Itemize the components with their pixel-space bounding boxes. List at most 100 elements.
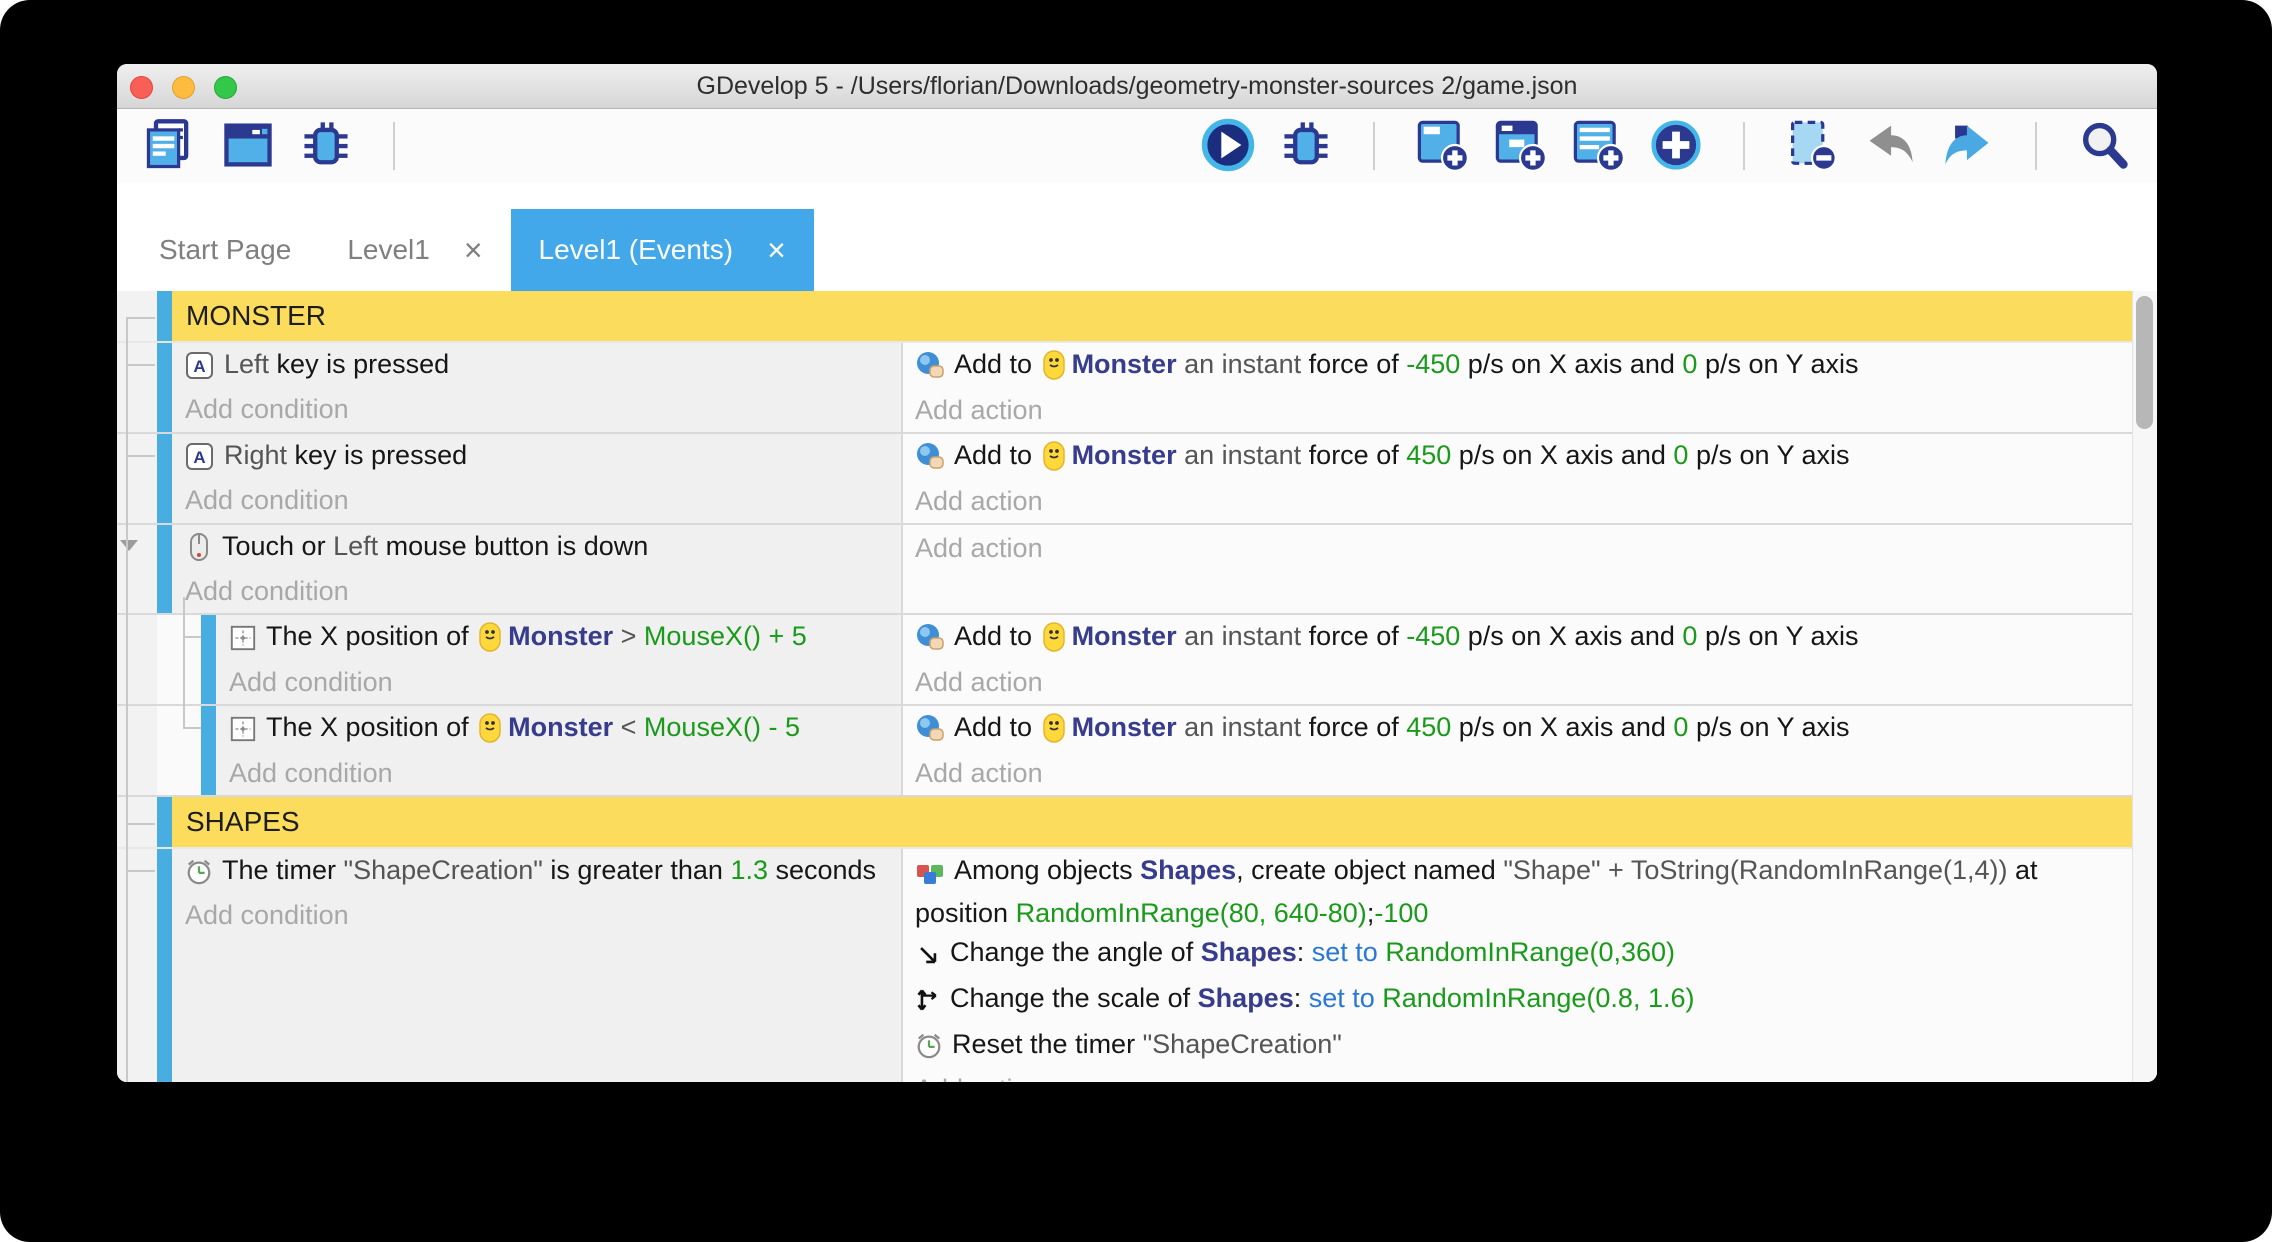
tab-level1-events[interactable]: Level1 (Events) × — [511, 209, 814, 291]
event-gutter — [117, 343, 157, 432]
group-row: SHAPES — [117, 797, 2133, 849]
group-header[interactable]: SHAPES — [172, 797, 2133, 847]
force-icon — [915, 441, 945, 480]
event-color-bar[interactable] — [201, 615, 216, 704]
condition-instruction[interactable]: ALeft key is pressed — [185, 346, 901, 389]
event-row: The timer "ShapeCreation" is greater tha… — [117, 849, 2133, 1082]
sub-event-indent — [157, 706, 201, 795]
preview-play-button[interactable] — [1199, 117, 1257, 175]
main-toolbar — [117, 109, 2157, 183]
scene-editor-icon — [220, 117, 276, 176]
actions-cell[interactable]: Among objects Shapes, create object name… — [903, 849, 2133, 1082]
text-segment: an instant — [1177, 349, 1309, 379]
add-something-button[interactable] — [1647, 117, 1705, 175]
condition-instruction[interactable]: ARight key is pressed — [185, 437, 901, 480]
action-instruction[interactable]: Reset the timer "ShapeCreation" — [915, 1026, 2133, 1069]
conditions-cell[interactable]: The timer "ShapeCreation" is greater tha… — [172, 849, 903, 1082]
undo-button[interactable] — [1861, 117, 1919, 175]
add-action-button[interactable]: Add action — [915, 530, 2133, 566]
conditions-cell[interactable]: ARight key is pressedAdd condition — [172, 434, 903, 523]
scene-editor-button[interactable] — [219, 117, 277, 175]
condition-instruction[interactable]: Touch or Left mouse button is down — [185, 528, 901, 571]
actions-cell[interactable]: Add to Monster an instant force of 450 p… — [903, 706, 2133, 795]
svg-text:A: A — [193, 448, 205, 467]
minimize-window-button[interactable] — [172, 76, 195, 99]
monster-object-icon — [1042, 349, 1066, 390]
conditions-cell[interactable]: Touch or Left mouse button is downAdd co… — [172, 525, 903, 613]
text-segment: 1.3 — [730, 855, 768, 885]
add-condition-button[interactable]: Add condition — [185, 573, 901, 609]
add-subevent-button[interactable] — [1491, 117, 1549, 175]
scrollbar-thumb[interactable] — [2136, 296, 2153, 429]
add-action-button[interactable]: Add action — [915, 1071, 2133, 1082]
debug-button[interactable] — [1277, 117, 1335, 175]
action-instruction[interactable]: Among objects Shapes, create object name… — [915, 852, 2133, 931]
close-icon[interactable]: × — [464, 234, 483, 266]
vertical-scrollbar[interactable] — [2132, 291, 2157, 1082]
group-header[interactable]: MONSTER — [172, 291, 2133, 341]
add-action-button[interactable]: Add action — [915, 664, 2133, 700]
text-segment: "ShapeCreation" — [1143, 1029, 1342, 1059]
actions-cell[interactable]: Add to Monster an instant force of -450 … — [903, 343, 2133, 432]
text-segment: force of — [1309, 621, 1407, 651]
add-condition-button[interactable]: Add condition — [229, 664, 901, 700]
tab-level1[interactable]: Level1 × — [319, 209, 510, 291]
add-condition-button[interactable]: Add condition — [185, 482, 901, 518]
add-action-button[interactable]: Add action — [915, 483, 2133, 519]
project-manager-button[interactable] — [141, 117, 199, 175]
group-title[interactable]: SHAPES — [186, 806, 300, 838]
add-action-button[interactable]: Add action — [915, 392, 2133, 428]
redo-button[interactable] — [1939, 117, 1997, 175]
action-instruction[interactable]: Add to Monster an instant force of 450 p… — [915, 437, 2133, 481]
titlebar[interactable]: GDevelop 5 - /Users/florian/Downloads/ge… — [117, 64, 2157, 109]
condition-instruction[interactable]: The timer "ShapeCreation" is greater tha… — [185, 852, 901, 895]
event-color-bar[interactable] — [201, 706, 216, 795]
debugger-icon — [298, 117, 354, 176]
condition-instruction[interactable]: The X position of Monster < MouseX() - 5 — [229, 709, 901, 753]
add-condition-button[interactable]: Add condition — [185, 391, 901, 427]
text-segment: an instant — [1177, 440, 1309, 470]
conditions-cell[interactable]: The X position of Monster > MouseX() + 5… — [216, 615, 903, 704]
condition-instruction[interactable]: The X position of Monster > MouseX() + 5 — [229, 618, 901, 662]
add-condition-button[interactable]: Add condition — [229, 755, 901, 791]
text-segment: p/s on Y axis — [1688, 712, 1849, 742]
event-color-bar[interactable] — [157, 525, 172, 613]
text-segment: p/s on Y axis — [1688, 440, 1849, 470]
text-segment: MouseX() + 5 — [644, 621, 807, 651]
zoom-window-button[interactable] — [214, 76, 237, 99]
delete-event-button[interactable] — [1783, 117, 1841, 175]
add-event-button[interactable] — [1413, 117, 1471, 175]
action-instruction[interactable]: Add to Monster an instant force of -450 … — [915, 618, 2133, 662]
event-row: ALeft key is pressedAdd condition Add to … — [117, 343, 2133, 434]
event-color-bar[interactable] — [157, 434, 172, 523]
action-instruction[interactable]: Change the angle of Shapes: set to Rando… — [915, 934, 2133, 977]
actions-cell[interactable]: Add action — [903, 525, 2133, 613]
add-comment-button[interactable] — [1569, 117, 1627, 175]
action-instruction[interactable]: Add to Monster an instant force of 450 p… — [915, 709, 2133, 753]
group-title[interactable]: MONSTER — [186, 300, 326, 332]
tab-start-page[interactable]: Start Page — [131, 209, 319, 291]
actions-cell[interactable]: Add to Monster an instant force of -450 … — [903, 615, 2133, 704]
search-button[interactable] — [2075, 117, 2133, 175]
text-segment: : — [1297, 937, 1312, 967]
add-condition-button[interactable]: Add condition — [185, 897, 901, 933]
action-instruction[interactable]: Change the scale of Shapes: set to Rando… — [915, 980, 2133, 1023]
add-action-button[interactable]: Add action — [915, 755, 2133, 791]
conditions-cell[interactable]: The X position of Monster < MouseX() - 5… — [216, 706, 903, 795]
event-color-bar[interactable] — [157, 291, 172, 341]
close-icon[interactable]: × — [767, 234, 786, 266]
close-window-button[interactable] — [130, 76, 153, 99]
text-segment: set to — [1312, 937, 1386, 967]
monster-object-icon — [1042, 712, 1066, 753]
debugger-button[interactable] — [297, 117, 355, 175]
actions-cell[interactable]: Add to Monster an instant force of 450 p… — [903, 434, 2133, 523]
action-instruction[interactable]: Add to Monster an instant force of -450 … — [915, 346, 2133, 390]
event-color-bar[interactable] — [157, 849, 172, 1082]
text-segment: Add to — [954, 440, 1040, 470]
text-segment: Change the scale of — [950, 983, 1198, 1013]
conditions-cell[interactable]: ALeft key is pressedAdd condition — [172, 343, 903, 432]
event-color-bar[interactable] — [157, 343, 172, 432]
event-color-bar[interactable] — [157, 797, 172, 847]
tab-label: Level1 — [347, 234, 430, 266]
event-gutter — [117, 706, 157, 795]
